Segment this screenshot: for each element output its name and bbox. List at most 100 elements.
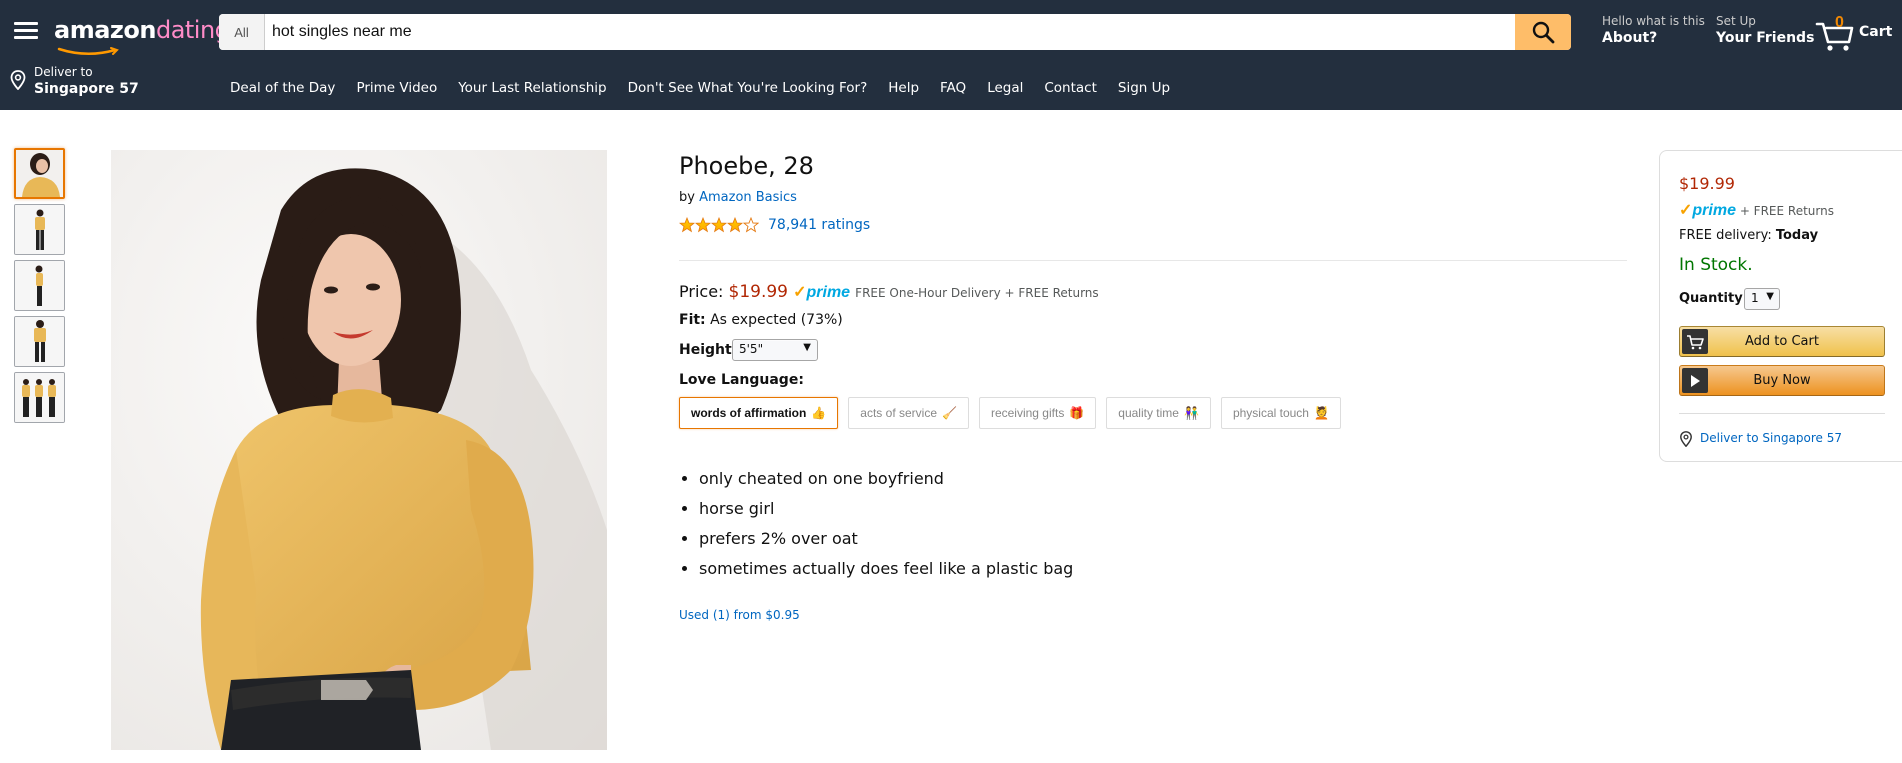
search-bar: All: [219, 14, 1571, 50]
price-value: $19.99: [728, 282, 788, 302]
prime-check-icon: ✓: [1679, 202, 1693, 219]
fit-row: Fit: As expected (73%): [679, 312, 843, 328]
brand-link[interactable]: Amazon Basics: [699, 190, 797, 205]
price-label: Price:: [679, 282, 724, 301]
search-button[interactable]: [1515, 14, 1571, 50]
thumbnail-4[interactable]: [14, 316, 65, 367]
secondary-nav: Deal of the Day Prime Video Your Last Re…: [230, 80, 1191, 96]
buy-now-label: Buy Now: [1753, 373, 1811, 388]
add-to-cart-button[interactable]: Add to Cart: [1679, 326, 1885, 357]
swatch-label: words of affirmation: [691, 406, 807, 420]
love-language-receiving-gifts[interactable]: receiving gifts 🎁: [978, 397, 1097, 429]
logo-primary-text: amazon: [54, 16, 156, 44]
delivery-prefix: FREE delivery:: [1679, 228, 1772, 243]
thumbnail-3[interactable]: [14, 260, 65, 311]
logo-smile-icon: [57, 47, 119, 55]
add-to-cart-label: Add to Cart: [1745, 334, 1819, 349]
feature-bullet: prefers 2% over oat: [699, 524, 1073, 554]
fit-value: As expected (73%): [710, 312, 843, 328]
quantity-row: Quantity: 1 ▼: [1679, 288, 1780, 310]
free-returns-text: + FREE Returns: [1739, 204, 1834, 218]
love-language-words-of-affirmation[interactable]: words of affirmation 👍: [679, 397, 839, 429]
love-language-options: words of affirmation 👍 acts of service 🧹 r…: [679, 397, 1351, 429]
deliver-to-text: Deliver to Singapore 57: [1700, 431, 1843, 445]
hamburger-menu-icon[interactable]: [14, 22, 38, 40]
deliver-to-link[interactable]: Deliver to Singapore 57: [1679, 431, 1842, 450]
search-category-dropdown[interactable]: All: [219, 14, 265, 50]
side-view-thumbnail-image: [15, 261, 64, 310]
height-select-value: 5'5": [739, 342, 764, 356]
ratings-count-link[interactable]: 78,941 ratings: [768, 217, 870, 233]
love-language-physical-touch[interactable]: physical touch 💆: [1220, 397, 1341, 429]
stock-status: In Stock.: [1679, 255, 1753, 275]
main-product-image[interactable]: [111, 150, 607, 750]
cart-count: 0: [1835, 14, 1844, 31]
nav-legal[interactable]: Legal: [987, 80, 1023, 96]
deliver-line1: Deliver to: [34, 65, 93, 79]
prime-text: prime: [806, 284, 851, 301]
nav-help[interactable]: Help: [888, 80, 919, 96]
fit-label: Fit:: [679, 312, 706, 328]
multi-view-thumbnail-image: [15, 373, 64, 422]
star-rating-icon: [679, 217, 759, 232]
deliver-line2: Singapore 57: [34, 81, 139, 97]
amazon-dating-logo[interactable]: amazondating: [54, 16, 230, 56]
buy-now-button[interactable]: Buy Now: [1679, 365, 1885, 396]
gift-icon: 🎁: [1069, 406, 1085, 420]
by-prefix: by: [679, 190, 695, 205]
account-menu[interactable]: Hello what is this About?: [1602, 14, 1705, 48]
nav-dont-see[interactable]: Don't See What You're Looking For?: [628, 80, 868, 96]
nav-last-relationship[interactable]: Your Last Relationship: [458, 80, 606, 96]
feature-bullet: sometimes actually does feel like a plas…: [699, 554, 1073, 584]
top-navigation-bar: amazondating All Hello what is this Abou…: [0, 0, 1902, 110]
height-row: Height: 5'5" ▼: [679, 339, 818, 361]
search-input[interactable]: [272, 14, 1502, 50]
nav-contact[interactable]: Contact: [1044, 80, 1097, 96]
height-select[interactable]: 5'5" ▼: [732, 339, 818, 361]
thumbnail-1[interactable]: [14, 148, 65, 199]
product-title: Phoebe, 28: [679, 152, 814, 180]
buybox-price: $19.99: [1679, 174, 1735, 193]
swatch-label: receiving gifts: [990, 406, 1065, 420]
search-icon: [1532, 21, 1555, 44]
prime-badge: ✓prime: [793, 284, 850, 301]
feature-bullet: horse girl: [699, 494, 1073, 524]
quantity-value: 1: [1751, 291, 1759, 305]
account-line1: Hello what is this: [1602, 14, 1705, 28]
setup-line1: Set Up: [1716, 14, 1756, 28]
cart-button[interactable]: 0 Cart: [1815, 14, 1895, 54]
quantity-select[interactable]: 1 ▼: [1744, 288, 1780, 310]
prime-text: prime: [1692, 202, 1736, 219]
feature-bullet: only cheated on one boyfriend: [699, 464, 1073, 494]
love-language-acts-of-service[interactable]: acts of service 🧹: [848, 397, 969, 429]
love-language-quality-time[interactable]: quality time 👫: [1106, 397, 1211, 429]
nav-faq[interactable]: FAQ: [940, 80, 966, 96]
quantity-label: Quantity:: [1679, 291, 1748, 306]
full-body-thumbnail-image: [15, 205, 64, 254]
price-row: Price: $19.99 ✓prime FREE One-Hour Deliv…: [679, 282, 1099, 302]
love-language-label: Love Language:: [679, 372, 804, 388]
cart-label: Cart: [1859, 24, 1893, 40]
nav-prime-video[interactable]: Prime Video: [356, 80, 437, 96]
swatch-label: quality time: [1118, 406, 1179, 420]
used-offer-link[interactable]: Used (1) from $0.95: [679, 608, 800, 622]
location-pin-icon: [10, 70, 26, 90]
thumbnail-2[interactable]: [14, 204, 65, 255]
delivery-day: Today: [1775, 228, 1819, 243]
back-view-thumbnail-image: [15, 317, 64, 366]
thumbnail-5[interactable]: [14, 372, 65, 423]
nav-deal-of-the-day[interactable]: Deal of the Day: [230, 80, 335, 96]
setup-friends-menu[interactable]: Set Up Your Friends: [1716, 14, 1814, 48]
nav-sign-up[interactable]: Sign Up: [1118, 80, 1170, 96]
buy-box: $19.99 ✓prime + FREE Returns FREE delive…: [1659, 150, 1902, 462]
account-line2: About?: [1602, 30, 1658, 46]
buybox-prime-row: ✓prime + FREE Returns: [1679, 200, 1834, 220]
prime-badge: ✓prime: [1679, 202, 1736, 219]
height-label: Height:: [679, 342, 738, 358]
play-icon: [1682, 368, 1708, 393]
delivery-row: FREE delivery: Today: [1679, 228, 1818, 243]
byline: by Amazon Basics: [679, 190, 797, 205]
portrait-image: [111, 150, 607, 750]
star-rating[interactable]: [679, 217, 759, 233]
swatch-label: physical touch: [1232, 406, 1309, 420]
